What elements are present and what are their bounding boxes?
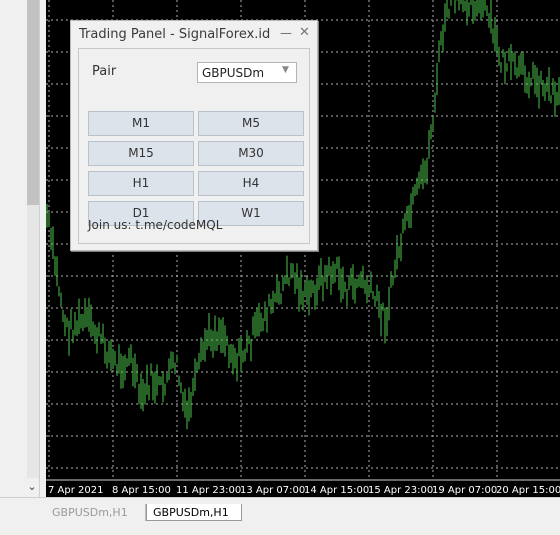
tab-chart-2-active[interactable]: GBPUSDm,H1 bbox=[146, 504, 242, 521]
timeframe-button-h1[interactable]: H1 bbox=[88, 171, 194, 196]
time-axis-label: 20 Apr 15:00 bbox=[496, 485, 560, 496]
time-axis-labels: 7 Apr 2021 8 Apr 15:00 11 Apr 23:0013 Apr … bbox=[48, 485, 560, 496]
chevron-down-icon: ▼ bbox=[282, 65, 289, 75]
tab-chart-1[interactable]: GBPUSDm,H1 bbox=[46, 504, 146, 521]
chevron-down-icon[interactable]: ⌄ bbox=[24, 478, 40, 496]
timeframe-button-m15[interactable]: M15 bbox=[88, 141, 194, 166]
timeframe-button-m5[interactable]: M5 bbox=[198, 111, 304, 136]
time-axis-label: 7 Apr 2021 bbox=[48, 485, 103, 496]
trading-panel: Trading Panel - SignalForex.id — ✕ Pair … bbox=[70, 20, 318, 251]
timeframe-button-m30[interactable]: M30 bbox=[198, 141, 304, 166]
vertical-scrollbar[interactable]: ⌄ bbox=[0, 0, 40, 497]
join-link[interactable]: Join us: t.me/codeMQL bbox=[88, 218, 222, 232]
scroll-thumb[interactable] bbox=[27, 0, 39, 205]
time-axis-label: 14 Apr 15:00 bbox=[304, 485, 369, 496]
close-icon[interactable]: ✕ bbox=[299, 25, 311, 40]
pair-select[interactable]: GBPUSDm ▼ bbox=[197, 62, 297, 83]
chart-tab-bar: GBPUSDm,H1 GBPUSDm,H1 bbox=[0, 497, 560, 535]
pair-label: Pair bbox=[92, 64, 117, 79]
time-axis-label: 11 Apr 23:00 bbox=[176, 485, 241, 496]
time-axis-label: 15 Apr 23:00 bbox=[368, 485, 433, 496]
panel-title: Trading Panel - SignalForex.id bbox=[79, 27, 271, 42]
time-axis-label: 13 Apr 07:00 bbox=[240, 485, 305, 496]
pair-select-value: GBPUSDm bbox=[202, 66, 265, 80]
panel-body: Pair GBPUSDm ▼ M1 M5 M15 M30 H1 H4 D1 W1… bbox=[78, 48, 310, 244]
time-axis-label: 8 Apr 15:00 bbox=[112, 485, 171, 496]
panel-titlebar[interactable]: Trading Panel - SignalForex.id — ✕ bbox=[71, 21, 317, 47]
timeframe-button-m1[interactable]: M1 bbox=[88, 111, 194, 136]
minimize-icon[interactable]: — bbox=[280, 26, 292, 40]
time-axis-label: 19 Apr 07:00 bbox=[432, 485, 497, 496]
timeframe-button-h4[interactable]: H4 bbox=[198, 171, 304, 196]
